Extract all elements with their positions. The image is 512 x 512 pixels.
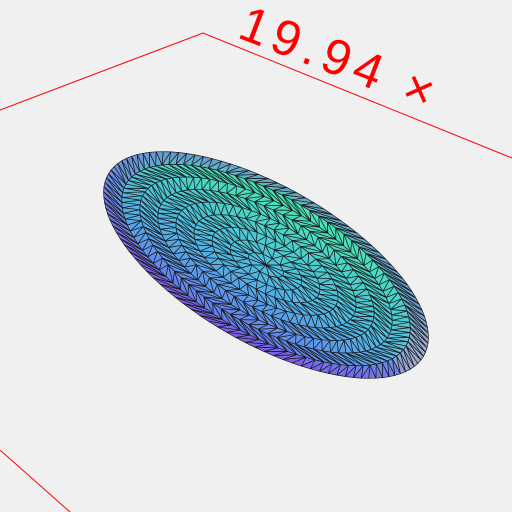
3d-viewport[interactable]: 19.94 ×: [0, 0, 512, 512]
scene-canvas[interactable]: 19.94 ×: [0, 0, 512, 512]
dimension-label: 19.94 ×: [232, 0, 448, 123]
ellipsoid-mesh[interactable]: [103, 151, 429, 379]
bounding-frame-bottom-edge: [0, 449, 71, 512]
